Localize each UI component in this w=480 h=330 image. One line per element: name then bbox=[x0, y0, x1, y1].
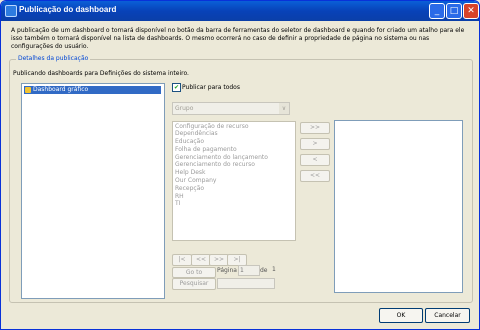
list-item[interactable]: Our Company bbox=[175, 177, 216, 184]
list-item[interactable]: Recepção bbox=[175, 185, 204, 192]
group-select-value: Grupo bbox=[175, 105, 194, 112]
remove-all-button[interactable]: << bbox=[300, 170, 330, 182]
goto-button[interactable]: Go to bbox=[172, 267, 216, 278]
first-page-button[interactable]: |< bbox=[172, 254, 192, 266]
available-groups-list[interactable]: Configuração de recurso Dependências Edu… bbox=[172, 121, 296, 241]
of-label: de bbox=[260, 267, 268, 274]
remove-selected-button[interactable]: < bbox=[300, 154, 330, 166]
list-item[interactable]: RH bbox=[175, 193, 184, 200]
list-item[interactable]: Dependências bbox=[175, 130, 218, 137]
publish-all-checkbox[interactable]: ✔ bbox=[172, 83, 181, 92]
list-item[interactable]: Educação bbox=[175, 138, 204, 145]
close-button[interactable]: ✕ bbox=[463, 3, 479, 19]
add-selected-button[interactable]: > bbox=[300, 138, 330, 150]
group-legend: Detalhes da publicação bbox=[16, 55, 91, 62]
window-title: Publicação do dashboard bbox=[19, 5, 117, 14]
next-page-button[interactable]: >> bbox=[209, 254, 229, 266]
page-label: Página bbox=[217, 267, 237, 274]
tree-item-dashboard[interactable]: Dashboard gráfico bbox=[24, 86, 161, 94]
search-button[interactable]: Pesquisar bbox=[172, 278, 216, 290]
ok-button[interactable]: OK bbox=[379, 308, 423, 323]
minimize-button[interactable]: _ bbox=[429, 3, 445, 19]
cancel-button[interactable]: Cancelar bbox=[425, 308, 470, 323]
list-item[interactable]: Help Desk bbox=[175, 169, 206, 176]
chevron-down-icon: ∨ bbox=[279, 103, 289, 114]
list-item[interactable]: Gerenciamento do lançamento bbox=[175, 154, 268, 161]
previous-page-button[interactable]: << bbox=[191, 254, 211, 266]
intro-text: A publicação de um dashboard o tornará d… bbox=[11, 27, 465, 50]
total-pages: 1 bbox=[272, 266, 276, 273]
page-number-input[interactable]: 1 bbox=[238, 265, 260, 276]
maximize-button[interactable]: □ bbox=[446, 3, 462, 19]
list-item[interactable]: Gerenciamento do recurso bbox=[175, 161, 255, 168]
dashboard-tree[interactable]: Dashboard gráfico bbox=[21, 83, 165, 299]
group-select[interactable]: Grupo ∨ bbox=[172, 102, 290, 115]
add-all-button[interactable]: >> bbox=[300, 122, 330, 134]
publish-all-label: Publicar para todos bbox=[182, 84, 240, 91]
tree-item-label: Dashboard gráfico bbox=[33, 86, 89, 93]
app-icon bbox=[5, 5, 17, 17]
dashboard-icon bbox=[25, 87, 31, 93]
search-input[interactable] bbox=[217, 278, 275, 289]
publish-dashboard-dialog: Publicação do dashboard _ □ ✕ A publicaç… bbox=[0, 0, 480, 330]
selected-groups-list[interactable] bbox=[334, 120, 463, 293]
publishing-scope-text: Publicando dashboards para Definições do… bbox=[13, 70, 189, 77]
list-item[interactable]: Configuração de recurso bbox=[175, 123, 249, 130]
list-item[interactable]: Folha de pagamento bbox=[175, 146, 237, 153]
list-item[interactable]: TI bbox=[175, 200, 180, 207]
title-bar[interactable]: Publicação do dashboard _ □ ✕ bbox=[1, 1, 479, 21]
